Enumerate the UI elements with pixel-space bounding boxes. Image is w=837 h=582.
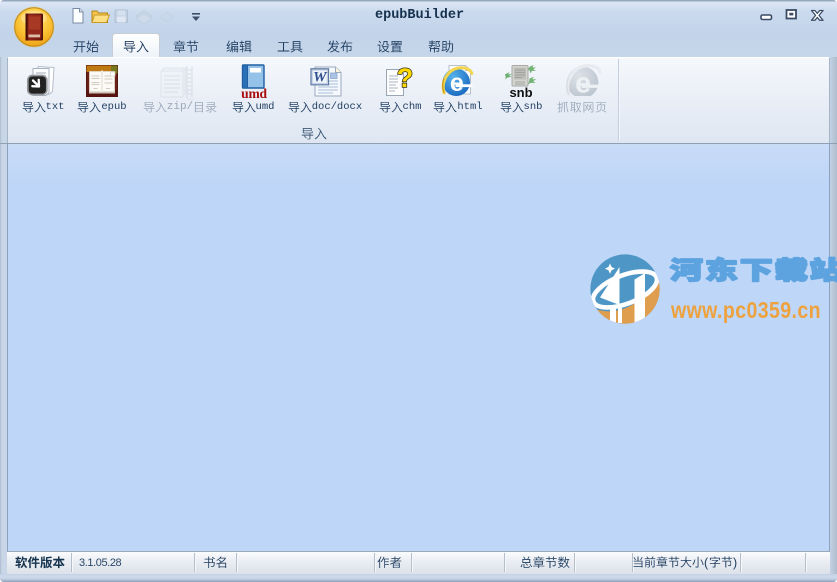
svg-text:?: ? [397, 64, 414, 93]
svg-text:W: W [313, 70, 328, 86]
svg-text:e: e [450, 69, 464, 97]
svg-text:e: e [575, 67, 591, 96]
